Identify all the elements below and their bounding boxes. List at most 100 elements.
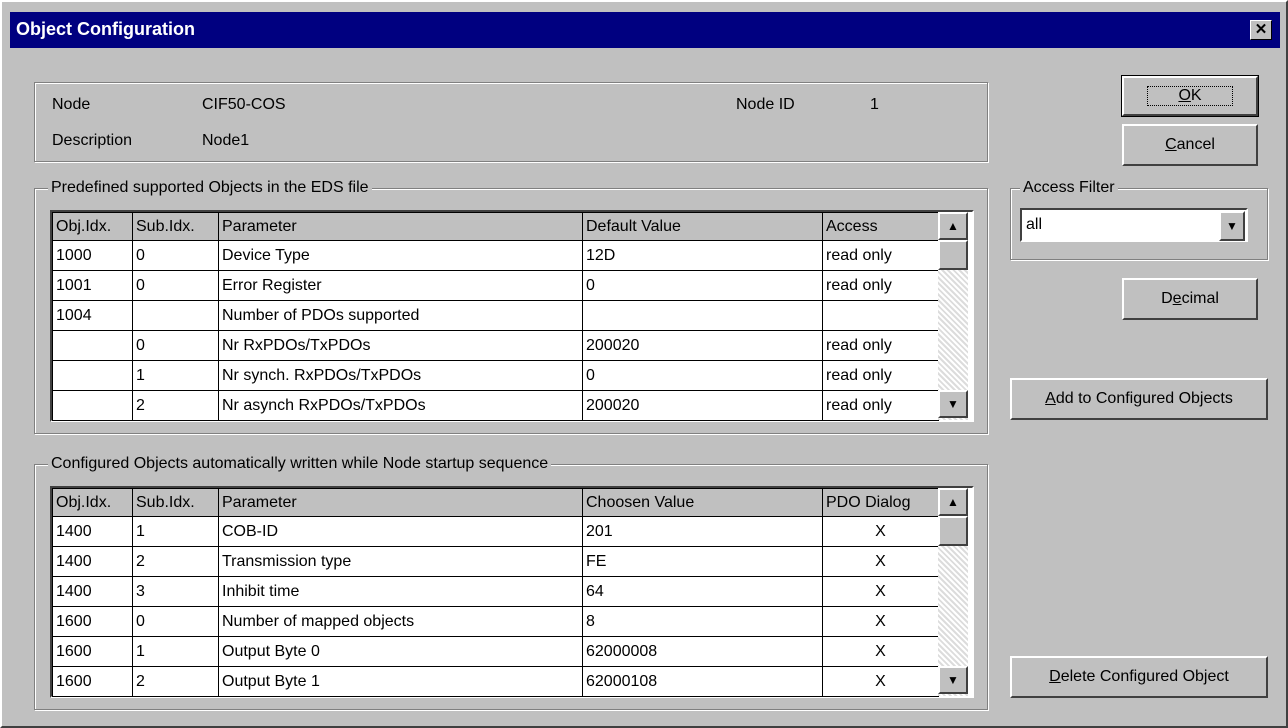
column-header[interactable]: Sub.Idx. [132,212,219,241]
cell: FE [582,546,823,577]
configured-objects-title: Configured Objects automatically written… [48,455,552,473]
cell: read only [822,360,939,391]
cell: Nr synch. RxPDOs/TxPDOs [218,360,583,391]
ok-button[interactable]: OK [1121,75,1259,117]
pdo-dialog-cell[interactable]: X [822,636,939,667]
table-row[interactable]: 1 Nr synch. RxPDOs/TxPDOs 0 read only [52,360,939,391]
chevron-down-icon[interactable]: ▼ [1219,211,1245,241]
cell: 8 [582,606,823,637]
decimal-button[interactable]: Decimal [1122,278,1258,320]
table-row[interactable]: 1400 3 Inhibit time 64 X [52,576,939,607]
cell: 1 [132,360,219,391]
access-filter-select[interactable]: all ▼ [1020,208,1248,242]
cell: COB-ID [218,516,583,547]
table-row[interactable]: 1400 2 Transmission type FE X [52,546,939,577]
cell: Nr asynch RxPDOs/TxPDOs [218,390,583,421]
cell: 2 [132,390,219,421]
scroll-thumb[interactable] [938,516,968,546]
column-header[interactable]: Access [822,212,939,241]
column-header[interactable]: Parameter [218,488,583,517]
node-id-value: 1 [870,96,879,113]
cell: read only [822,390,939,421]
cell: Number of mapped objects [218,606,583,637]
table-row[interactable]: 1001 0 Error Register 0 read only [52,270,939,301]
predefined-scrollbar[interactable]: ▲ ▼ [938,212,968,420]
description-value: Node1 [202,132,250,149]
cell: 1004 [52,300,133,331]
ok-button-label: OK [1147,86,1233,106]
cell: 1600 [52,606,133,637]
cell: 201 [582,516,823,547]
cell: 12D [582,240,823,271]
cell: 0 [132,240,219,271]
predefined-objects-table[interactable]: Obj.Idx. Sub.Idx. Parameter Default Valu… [50,210,974,422]
scroll-up-icon[interactable]: ▲ [938,488,968,516]
scroll-up-icon[interactable]: ▲ [938,212,968,240]
cell: 0 [132,270,219,301]
cell: read only [822,240,939,271]
cell: Error Register [218,270,583,301]
pdo-dialog-cell[interactable]: X [822,666,939,697]
node-info-box [34,82,988,162]
predefined-objects-title: Predefined supported Objects in the EDS … [48,179,372,197]
table-row[interactable]: 1600 2 Output Byte 1 62000108 X [52,666,939,697]
delete-button-label: Delete Configured Object [1049,668,1229,685]
add-button-label: Add to Configured Objects [1045,390,1233,407]
cell: Nr RxPDOs/TxPDOs [218,330,583,361]
pdo-dialog-cell[interactable]: X [822,576,939,607]
cell: read only [822,270,939,301]
description-label: Description [52,132,133,149]
cell: 0 [132,606,219,637]
cell: 62000108 [582,666,823,697]
cell [582,300,823,331]
table-row[interactable]: 1000 0 Device Type 12D read only [52,240,939,271]
cell: Transmission type [218,546,583,577]
pdo-dialog-cell[interactable]: X [822,546,939,577]
column-header[interactable]: Parameter [218,212,583,241]
column-header[interactable]: Obj.Idx. [52,488,133,517]
cancel-button[interactable]: Cancel [1122,124,1258,166]
decimal-button-label: Decimal [1161,290,1219,307]
column-header[interactable]: Sub.Idx. [132,488,219,517]
table-row[interactable]: 1600 0 Number of mapped objects 8 X [52,606,939,637]
cell: Output Byte 1 [218,666,583,697]
cell: Inhibit time [218,576,583,607]
cell: read only [822,330,939,361]
cell: 200020 [582,330,823,361]
table-row[interactable]: 0 Nr RxPDOs/TxPDOs 200020 read only [52,330,939,361]
cell [132,300,219,331]
cell [52,390,133,421]
table-row[interactable]: 2 Nr asynch RxPDOs/TxPDOs 200020 read only [52,390,939,421]
table-row[interactable]: 1400 1 COB-ID 201 X [52,516,939,547]
cell: 2 [132,546,219,577]
scroll-down-icon[interactable]: ▼ [938,666,968,694]
cell: 200020 [582,390,823,421]
configured-objects-table[interactable]: Obj.Idx. Sub.Idx. Parameter Choosen Valu… [50,486,974,698]
delete-configured-object-button[interactable]: Delete Configured Object [1010,656,1268,698]
table-row[interactable]: 1600 1 Output Byte 0 62000008 X [52,636,939,667]
object-configuration-dialog: Object Configuration ✕ Node CIF50-COS No… [0,0,1288,728]
cell: 0 [582,360,823,391]
add-to-configured-objects-button[interactable]: Add to Configured Objects [1010,378,1268,420]
table-row[interactable]: 1004 Number of PDOs supported [52,300,939,331]
scroll-down-icon[interactable]: ▼ [938,390,968,418]
pdo-dialog-cell[interactable]: X [822,606,939,637]
node-id-label: Node ID [736,96,795,113]
column-header[interactable]: Choosen Value [582,488,823,517]
configured-scrollbar[interactable]: ▲ ▼ [938,488,968,696]
cell: 1400 [52,576,133,607]
node-value: CIF50-COS [202,96,286,113]
column-header[interactable]: Obj.Idx. [52,212,133,241]
cell: 1001 [52,270,133,301]
cell: 0 [582,270,823,301]
cell: 1600 [52,666,133,697]
cell: 64 [582,576,823,607]
scroll-thumb[interactable] [938,240,968,270]
pdo-dialog-cell[interactable]: X [822,516,939,547]
column-header[interactable]: Default Value [582,212,823,241]
close-icon[interactable]: ✕ [1250,20,1272,40]
table-header-row: Obj.Idx. Sub.Idx. Parameter Default Valu… [52,212,939,241]
column-header[interactable]: PDO Dialog [822,488,939,517]
cell [52,360,133,391]
cell [822,300,939,331]
